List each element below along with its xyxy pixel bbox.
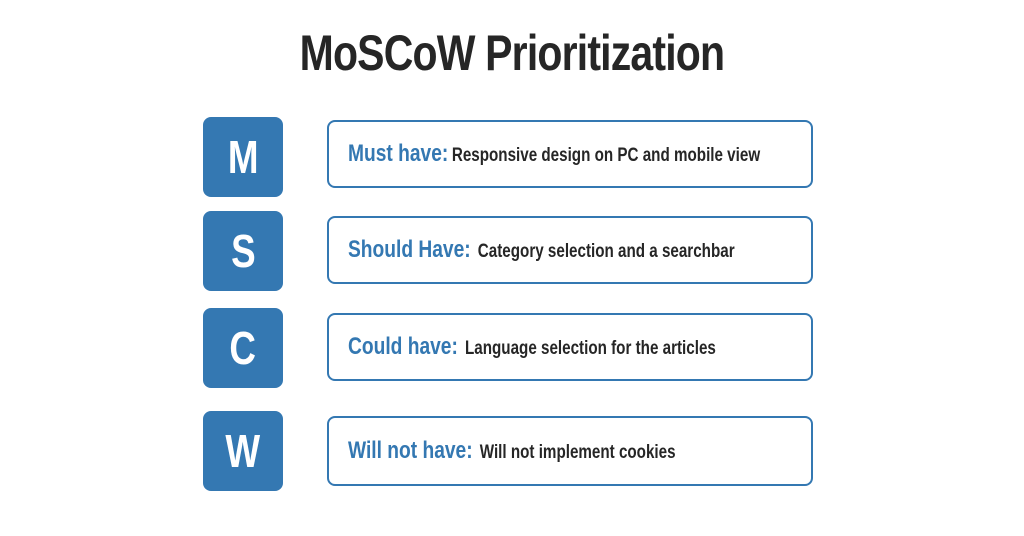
row-text: Responsive design on PC and mobile view bbox=[451, 145, 761, 166]
row-label: Could have: bbox=[348, 333, 458, 360]
row-label: Must have: bbox=[348, 140, 449, 167]
page-title: MoSCoW Prioritization bbox=[299, 25, 725, 81]
row-text: Category selection and a searchbar bbox=[477, 241, 735, 262]
row-could-have: Could have: Language selection for the a… bbox=[327, 313, 813, 381]
row-label: Should Have: bbox=[348, 236, 471, 263]
row-label: Will not have: bbox=[348, 437, 473, 464]
row-will-not-have: Will not have: Will not implement cookie… bbox=[327, 416, 813, 486]
letter-badge-s: S bbox=[203, 211, 283, 291]
row-must-have: Must have: Responsive design on PC and m… bbox=[327, 120, 813, 188]
letter-badge-w: W bbox=[203, 411, 283, 491]
row-text: Will not implement cookies bbox=[479, 442, 676, 463]
row-should-have: Should Have: Category selection and a se… bbox=[327, 216, 813, 284]
letter-badge-c: C bbox=[203, 308, 283, 388]
letter-badge-m: M bbox=[203, 117, 283, 197]
row-text: Language selection for the articles bbox=[464, 338, 716, 359]
